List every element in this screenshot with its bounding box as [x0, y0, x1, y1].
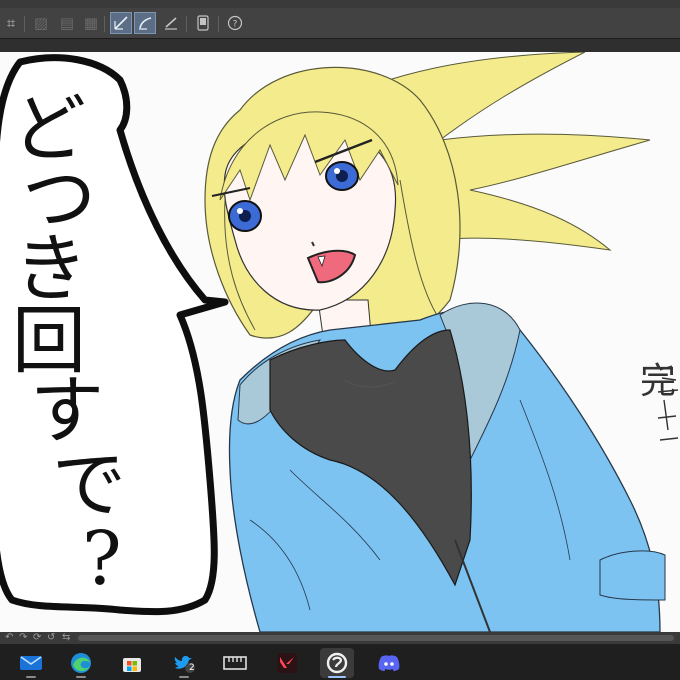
bubble-char: す [30, 368, 104, 454]
menu-strip [0, 0, 680, 8]
running-indicator [328, 676, 346, 678]
taskbar-valorant[interactable] [270, 648, 304, 678]
rotate-right-icon[interactable]: ↷ [19, 632, 27, 644]
crop-icon[interactable]: ⌗ [0, 12, 22, 34]
windows-taskbar: 2 [0, 644, 680, 680]
taskbar-mail[interactable] [14, 648, 48, 678]
running-indicator [26, 676, 36, 678]
bubble-char: で [52, 442, 126, 528]
fill-pattern-icon[interactable]: ▤ [56, 12, 78, 34]
rotate-left-icon[interactable]: ↶ [5, 632, 13, 644]
svg-text:?: ? [233, 20, 238, 30]
toolbar-separator [24, 16, 25, 32]
toolbar-separator [104, 16, 105, 32]
hatch-pattern-icon[interactable]: ▨ [30, 12, 52, 34]
bubble-char: つ [22, 156, 96, 242]
taskbar-discord[interactable] [372, 648, 406, 678]
discord-icon [378, 655, 400, 671]
taskbar-edge[interactable] [64, 648, 98, 678]
clip-studio-window: ⌗ ▨ ▤ ▦ ? ど つ き 回 す で ? 完 ↶ ↷ ⟳ ↺ ⇆ 2 [0, 0, 680, 680]
running-indicator [179, 676, 189, 678]
edge-icon [71, 653, 91, 673]
bubble-char: 回 [12, 298, 86, 384]
command-toolbar: ⌗ ▨ ▤ ▦ ? [0, 8, 680, 39]
reset-icon[interactable]: ⟳ [33, 632, 41, 644]
twitter-badge: 2 [189, 663, 195, 673]
pen-check-icon[interactable] [110, 12, 132, 34]
bubble-text: ど つ き 回 す で ? [2, 92, 172, 632]
running-indicator [76, 676, 86, 678]
bubble-char: ? [82, 516, 122, 602]
clip-studio-icon [326, 652, 348, 674]
ruler-icon [223, 656, 247, 670]
store-icon [123, 658, 141, 672]
taskbar-twitter[interactable]: 2 [167, 648, 201, 678]
flip-icon[interactable]: ⇆ [62, 632, 70, 644]
bubble-char: ど [12, 86, 86, 172]
taskbar-ruler-app[interactable] [218, 648, 252, 678]
drawing-canvas[interactable]: ど つ き 回 す で ? 完 [0, 52, 680, 632]
ruler-pen-icon[interactable] [160, 12, 182, 34]
phone-icon[interactable] [192, 12, 214, 34]
toolbar-separator [218, 16, 219, 32]
undo-icon[interactable]: ↺ [47, 632, 55, 644]
grid-icon[interactable]: ▦ [80, 12, 102, 34]
side-text: 完 [640, 361, 677, 402]
toolbar-separator [186, 16, 187, 32]
mail-icon [20, 656, 42, 670]
bubble-char: き [14, 226, 88, 312]
horizontal-scrollbar[interactable] [78, 635, 674, 641]
help-icon[interactable]: ? [224, 12, 246, 34]
canvas-margin [0, 39, 680, 52]
taskbar-clip-studio[interactable] [320, 648, 354, 678]
status-bar: ↶ ↷ ⟳ ↺ ⇆ [0, 632, 680, 644]
pen-curve-icon[interactable] [134, 12, 156, 34]
valorant-icon [277, 653, 297, 673]
taskbar-store[interactable] [115, 648, 149, 678]
